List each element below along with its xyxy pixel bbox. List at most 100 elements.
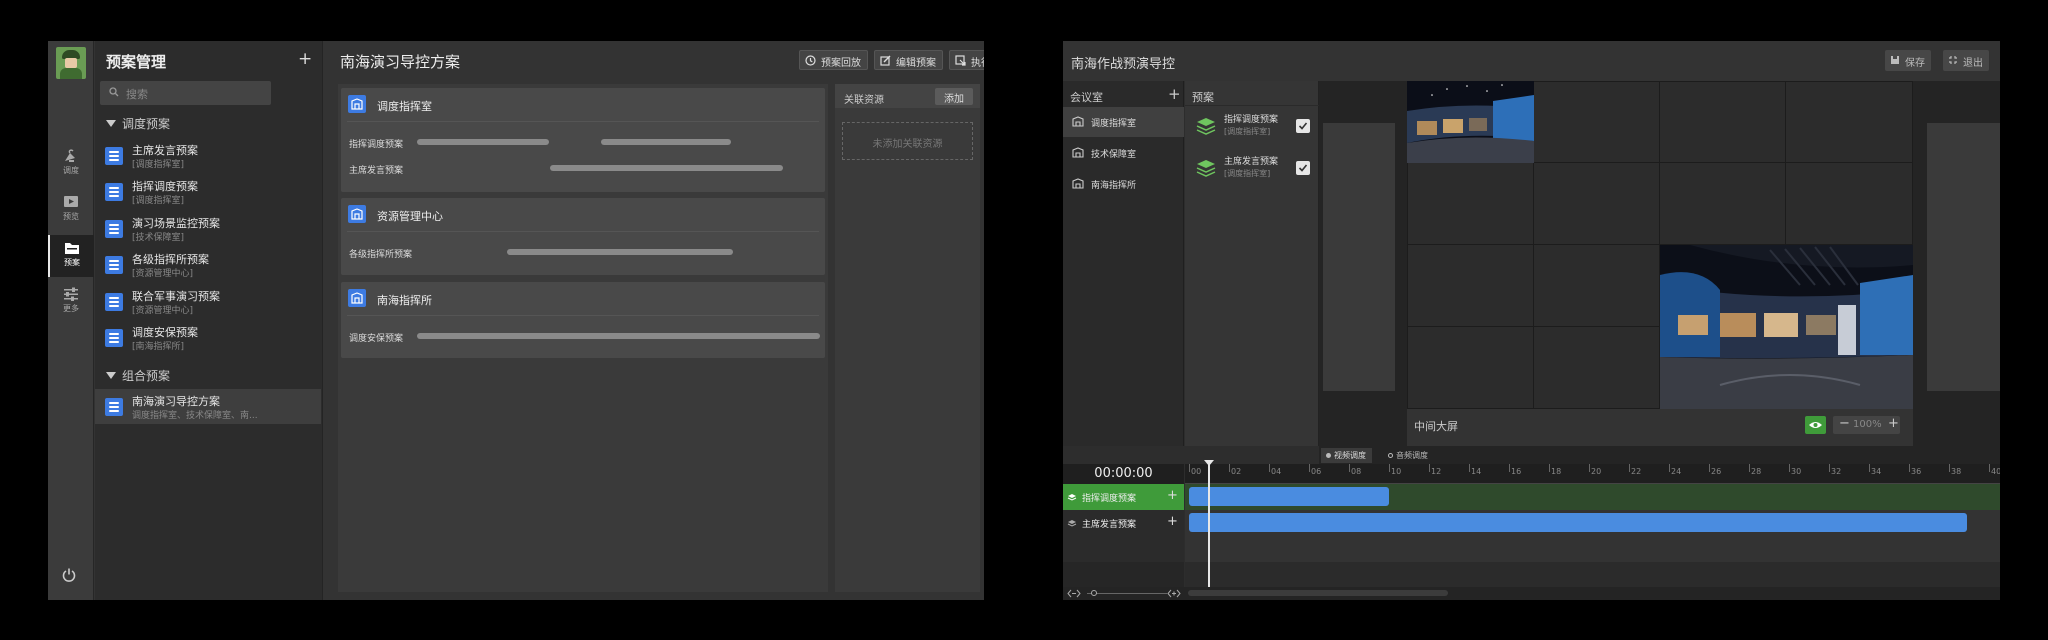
scroll-panel-right[interactable] [1927,123,2000,391]
power-icon[interactable] [61,567,77,583]
export-icon [955,55,966,66]
tab-video-dispatch[interactable]: 视频调度 [1321,448,1372,463]
plan-list-item[interactable]: 主席发言预案 [调度指挥室] [1185,149,1319,189]
room-item[interactable]: 调度指挥室 [1063,107,1184,137]
ruler-tick-label: 30 [1791,467,1802,476]
rail-item-plans[interactable]: 预案 [48,235,94,277]
room-card[interactable]: 南海指挥所 调度安保预案 [341,282,825,358]
track-label[interactable]: 指挥调度预案 + [1063,484,1184,510]
ruler-tick [1229,464,1230,472]
exit-button[interactable]: 退出 [1943,50,1989,71]
plan-item[interactable]: 演习场景监控预案 [技术保障室] [95,211,321,246]
folder-icon [65,243,79,254]
room-card[interactable]: 资源管理中心 各级指挥所预案 [341,198,825,275]
group-header-dispatch[interactable]: 调度预案 [106,115,170,132]
track-lane[interactable] [1185,510,2000,536]
track-label[interactable]: 主席发言预案 + [1063,510,1184,536]
add-plan-button[interactable]: + [298,49,312,69]
rail-item-preview[interactable]: 预览 [48,189,94,231]
screen-footer: 中间大屏 − 100% + [1407,409,1913,446]
plan-item[interactable]: 调度安保预案 [南海指挥所] [95,320,321,355]
add-track-button[interactable]: + [1167,514,1178,529]
rail-item-dispatch[interactable]: 调度 [48,143,94,185]
building-icon [348,95,366,113]
card-row-label: 主席发言预案 [349,166,404,176]
timeline-ruler[interactable]: 00 02 04 06 08 10 12 14 16 18 20 22 24 26 28 30 32 34 36 38… [1185,464,2000,484]
window-title: 南海作战预演导控 [1071,57,1176,72]
hall-video-large[interactable] [1660,245,1913,409]
zoom-in-button[interactable]: + [1888,416,1899,431]
scroll-panel-left[interactable] [1323,123,1395,391]
stack-icon [105,220,123,238]
panel-title: 关联资源 [844,95,884,106]
building-icon [348,289,366,307]
rail-item-more[interactable]: 更多 [48,281,94,323]
add-room-button[interactable]: + [1168,85,1181,103]
ruler-tick-label: 16 [1511,467,1522,476]
add-resource-button[interactable]: 添加 [935,88,973,105]
building-icon [1072,147,1084,158]
rail-item-label: 更多 [63,304,79,313]
soldier-avatar-logo [56,47,86,79]
timeline-clip[interactable] [1189,487,1389,506]
save-button[interactable]: 保存 [1885,50,1931,71]
plan-item[interactable]: 主席发言预案 [调度指挥室] [95,138,321,173]
timeline-clip[interactable] [1189,513,1967,532]
ruler-tick [1549,464,1550,472]
card-row-label: 调度安保预案 [349,334,404,344]
ruler-tick-label: 18 [1551,467,1562,476]
plan-item-selected[interactable]: 南海演习导控方案 调度指挥室、技术保障室、南... [95,389,321,424]
visibility-toggle[interactable] [1805,416,1826,434]
zoom-out-button[interactable]: − [1839,416,1850,431]
audio-icon [1388,453,1393,458]
building-icon [348,205,366,223]
search-icon [109,87,119,97]
rail-item-label: 预览 [63,212,79,221]
stack-icon [105,398,123,416]
ruler-tick [1669,464,1670,472]
horizontal-scrollbar[interactable] [1188,590,1448,596]
plan-item[interactable]: 各级指挥所预案 [资源管理中心] [95,247,321,282]
checkbox[interactable] [1296,161,1310,175]
stack-icon [105,147,123,165]
edit-button[interactable]: 编辑预案 [874,50,943,70]
room-item[interactable]: 技术保障室 [1063,138,1184,168]
screen-grid [1407,81,1913,409]
ruler-tick [1269,464,1270,472]
building-icon [1072,178,1084,189]
caret-down-icon [106,120,116,127]
timeline-zoom-knob[interactable] [1091,590,1097,596]
timeline-zoom-slider[interactable] [1087,593,1167,594]
hall-video-thumbnail[interactable] [1407,81,1534,163]
checkmark-icon [1298,164,1308,172]
building-icon [1072,116,1084,127]
exit-fullscreen-icon [1949,56,1957,64]
track-lane[interactable] [1185,484,2000,510]
page-title: 南海演习导控方案 [340,53,461,71]
checkbox[interactable] [1296,119,1310,133]
replay-button[interactable]: 预案回放 [799,50,868,70]
search-input[interactable]: 搜索 [100,81,271,105]
tab-audio-dispatch[interactable]: 音频调度 [1383,448,1434,463]
related-resources-panel: 关联资源 添加 未添加关联资源 [835,84,980,592]
room-card[interactable]: 调度指挥室 指挥调度预案 主席发言预案 [341,88,825,192]
zoom-in-timeline-icon[interactable] [1167,589,1181,598]
add-track-button[interactable]: + [1167,488,1178,503]
card-row-label: 各级指挥所预案 [349,250,413,260]
sliders-icon [64,287,78,301]
timeline-bar [417,333,820,339]
track-row: 主席发言预案 + [1063,510,2000,536]
plan-item[interactable]: 指挥调度预案 [调度指挥室] [95,174,321,209]
ruler-tick-label: 40 [1991,467,2000,476]
playhead[interactable] [1208,460,1210,587]
ruler-tick-label: 00 [1191,467,1202,476]
video-icon [1326,453,1331,458]
zoom-out-timeline-icon[interactable] [1067,589,1081,598]
eye-icon [1809,422,1822,428]
plan-list-item[interactable]: 指挥调度预案 [调度指挥室] [1185,107,1319,147]
group-header-combined[interactable]: 组合预案 [106,367,170,384]
plan-item[interactable]: 联合军事演习预案 [资源管理中心] [95,284,321,319]
execute-button[interactable]: 执行预案 [949,50,984,70]
ruler-tick-label: 14 [1471,467,1482,476]
room-item[interactable]: 南海指挥所 [1063,169,1184,199]
